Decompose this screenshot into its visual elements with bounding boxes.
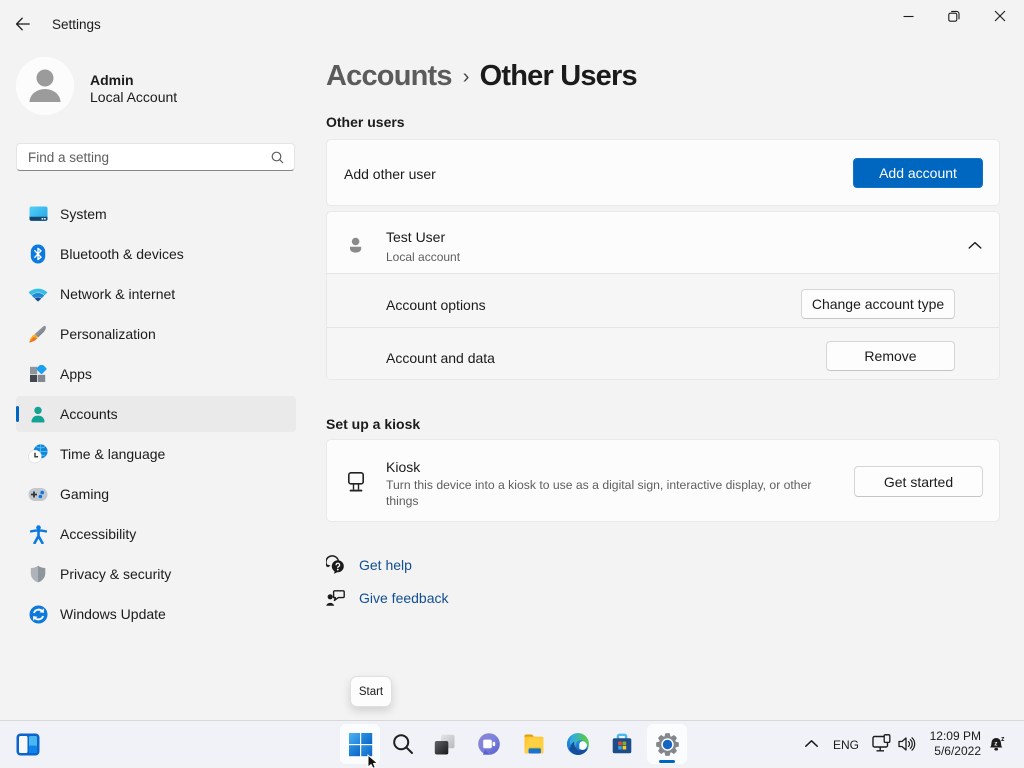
svg-text:z: z [1001,736,1005,743]
